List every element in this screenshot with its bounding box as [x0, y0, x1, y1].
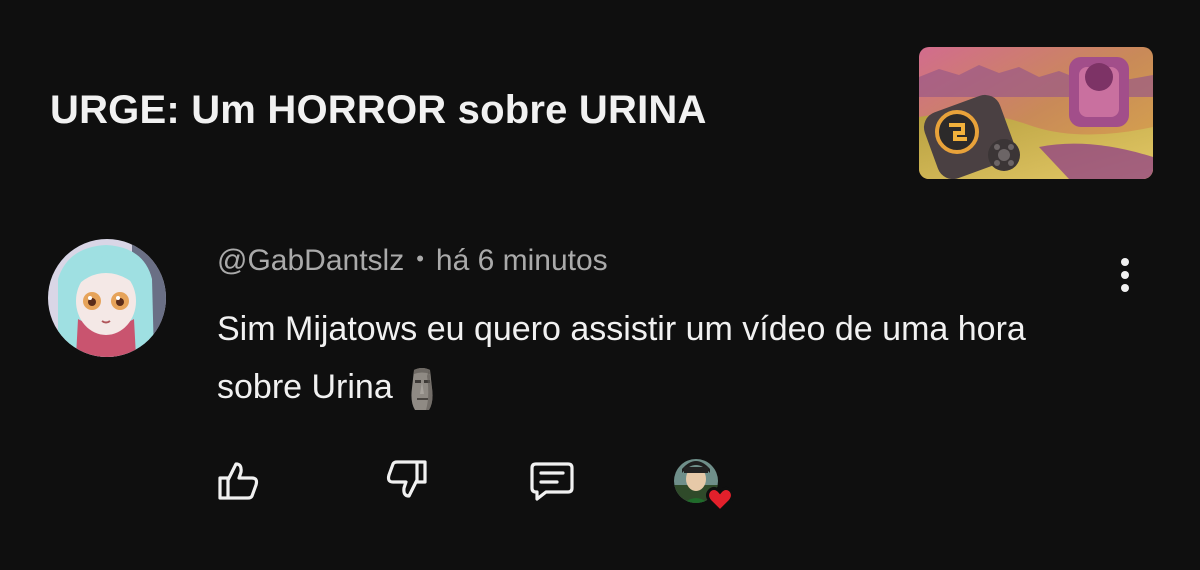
like-button[interactable] — [214, 456, 262, 504]
more-vertical-icon[interactable] — [1108, 253, 1142, 297]
comment-header: @GabDantslz • há 6 minutos — [217, 244, 608, 278]
creator-heart-badge — [670, 455, 740, 515]
thumbs-down-icon — [386, 460, 427, 498]
dislike-button[interactable] — [383, 456, 431, 504]
comment-body: Sim Mijatows eu quero assistir um vídeo … — [217, 300, 1077, 428]
comment-author[interactable]: @GabDantslz — [217, 244, 404, 277]
creator-heart-icon — [706, 486, 734, 514]
thumbs-up-icon — [218, 462, 259, 500]
comment-text: Sim Mijatows eu quero assistir um vídeo … — [217, 310, 1026, 406]
video-title[interactable]: URGE: Um HORROR sobre URINA — [50, 88, 707, 133]
separator-dot: • — [416, 246, 424, 271]
reply-icon — [530, 462, 574, 501]
comment-time: há 6 minutos — [435, 244, 608, 277]
moai-emoji — [407, 366, 437, 428]
anime-avatar[interactable] — [48, 239, 166, 357]
video-thumbnail[interactable] — [919, 47, 1153, 179]
reply-button[interactable] — [528, 456, 576, 504]
